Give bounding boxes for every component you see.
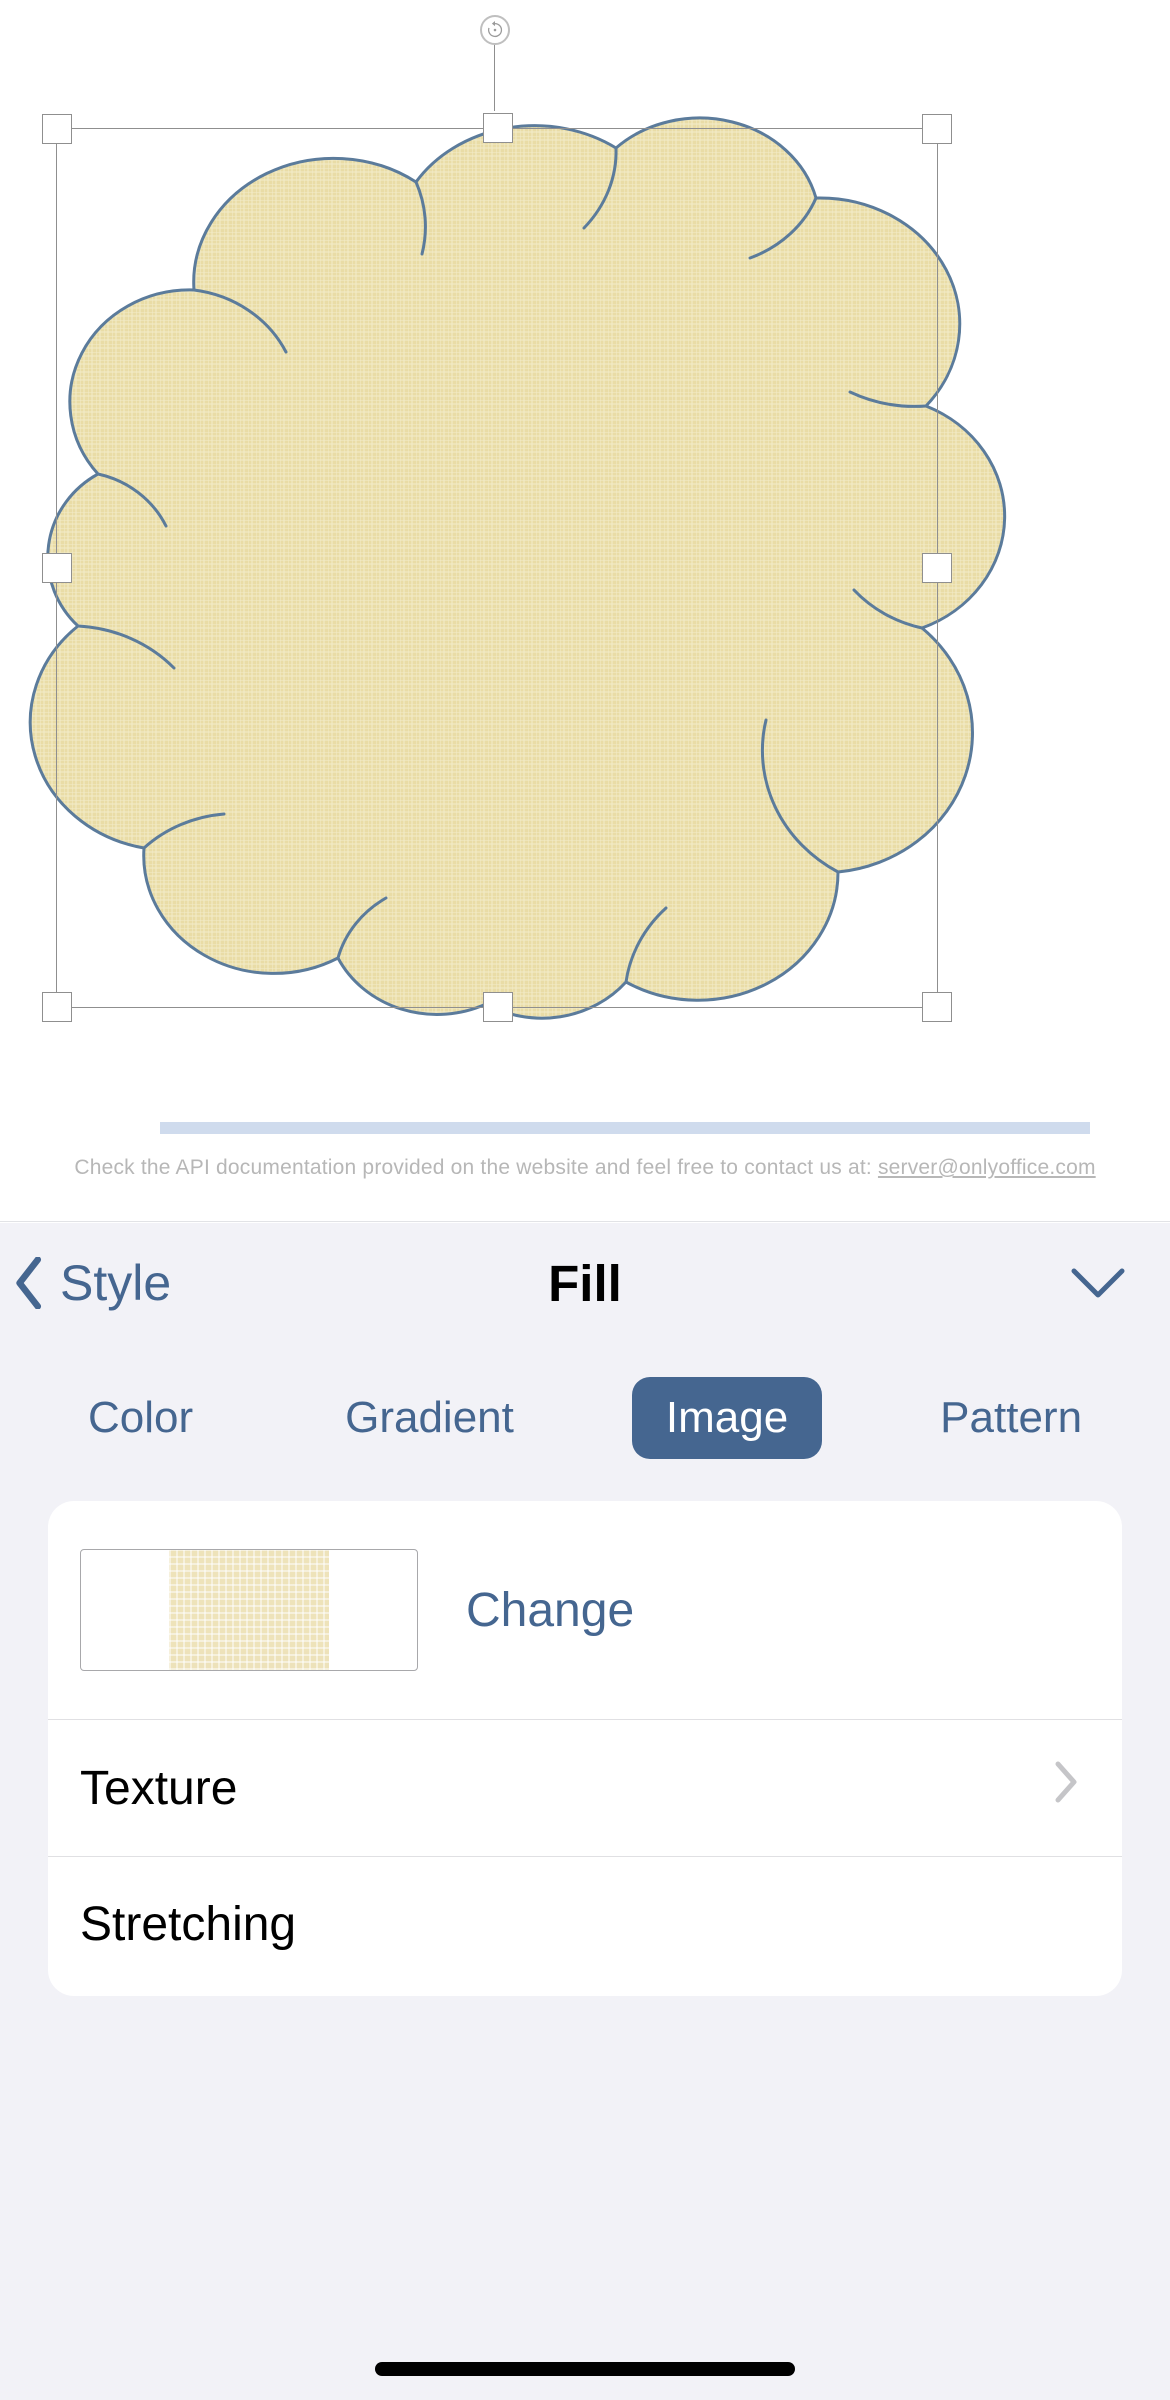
rotate-handle[interactable] [480, 15, 510, 45]
tab-image[interactable]: Image [632, 1377, 822, 1459]
selection-box[interactable] [56, 128, 938, 1008]
resize-handle-sw[interactable] [42, 992, 72, 1022]
tab-gradient[interactable]: Gradient [311, 1377, 548, 1459]
row-stretching[interactable]: Stretching [48, 1856, 1122, 1996]
footer-text: Check the API documentation provided on … [0, 1156, 1170, 1180]
image-preview-texture [169, 1550, 329, 1670]
fill-tabs: Color Gradient Image Pattern [0, 1343, 1170, 1493]
sheet-title: Fill [548, 1254, 622, 1313]
row-texture[interactable]: Texture [48, 1719, 1122, 1856]
row-change-image[interactable]: Change [48, 1501, 1122, 1719]
stretching-label: Stretching [80, 1898, 296, 1951]
footer-rule [160, 1122, 1090, 1134]
fill-sheet: Style Fill Color Gradient Image Pattern … [0, 1223, 1170, 2400]
resize-handle-n[interactable] [483, 113, 513, 143]
rotate-icon [484, 19, 506, 41]
resize-handle-e[interactable] [922, 553, 952, 583]
resize-handle-s[interactable] [483, 992, 513, 1022]
resize-handle-nw[interactable] [42, 114, 72, 144]
texture-label: Texture [80, 1761, 237, 1816]
home-indicator[interactable] [375, 2362, 795, 2376]
sheet-header: Style Fill [0, 1223, 1170, 1343]
tab-pattern[interactable]: Pattern [906, 1377, 1116, 1459]
document-canvas[interactable]: Check the API documentation provided on … [0, 0, 1170, 1222]
tab-color[interactable]: Color [54, 1377, 227, 1459]
chevron-down-icon [1070, 1265, 1126, 1301]
resize-handle-w[interactable] [42, 553, 72, 583]
image-preview [80, 1549, 418, 1671]
change-label: Change [466, 1583, 634, 1638]
footer-copy: Check the API documentation provided on … [74, 1156, 878, 1179]
footer-email-link[interactable]: server@onlyoffice.com [878, 1156, 1096, 1179]
resize-handle-se[interactable] [922, 992, 952, 1022]
rotate-stem [494, 45, 495, 111]
chevron-left-icon [12, 1257, 48, 1309]
back-label: Style [60, 1254, 171, 1312]
image-fill-card: Change Texture Stretching [48, 1501, 1122, 1996]
back-button[interactable]: Style [12, 1223, 171, 1343]
close-sheet-button[interactable] [1070, 1223, 1126, 1343]
resize-handle-ne[interactable] [922, 114, 952, 144]
chevron-right-icon [1052, 1760, 1080, 1816]
